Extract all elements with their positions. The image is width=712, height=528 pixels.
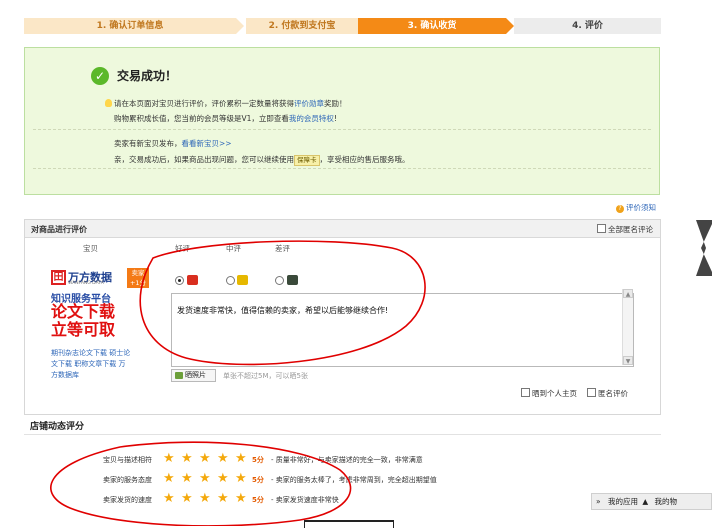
app-toolbar: » 我的应用 ▲ 我的物	[591, 493, 712, 510]
star-icon[interactable]: ★	[199, 472, 211, 486]
bottom-tab	[304, 520, 394, 528]
star-icon[interactable]: ★	[199, 492, 211, 506]
score-label: 卖家发货的速度	[103, 496, 152, 504]
ad-headline-1: 论文下载	[51, 302, 116, 321]
score-description: - 卖家的服务太棒了，考虑非常周到，完全超出期望值	[271, 476, 437, 484]
side-arrow-icon[interactable]	[696, 220, 712, 276]
score-label: 卖家的服务态度	[103, 476, 152, 484]
scroll-up-icon[interactable]: ▲	[623, 289, 633, 298]
star-icon[interactable]: ★	[217, 492, 229, 506]
scroll-down-icon[interactable]: ▼	[623, 356, 633, 365]
rating-bad-radio[interactable]	[275, 276, 284, 285]
score-value: 5分	[252, 456, 264, 464]
guarantee-card-badge[interactable]: 保障卡	[294, 154, 320, 166]
success-title: 交易成功！	[117, 69, 178, 83]
shop-score-row: 宝贝与描述相符 ★ ★ ★ ★ ★ 5分 - 质量非常好，与卖家描述的完全一致，非常满意	[0, 452, 712, 466]
step-divider	[236, 18, 244, 34]
star-icon[interactable]: ★	[235, 452, 247, 466]
column-neutral: 中评	[226, 244, 241, 253]
my-apps-button[interactable]: 我的应用	[608, 494, 638, 509]
column-item: 宝贝	[83, 244, 98, 253]
column-good: 好评	[175, 244, 190, 253]
shop-rating-title: 店铺动态评分	[30, 422, 85, 432]
my-logistics-button[interactable]: 我的物	[655, 494, 678, 509]
panel-header: 对商品进行评价 全部匿名评论	[25, 220, 660, 238]
check-icon: ✓	[91, 67, 109, 85]
new-items-link[interactable]: 看看新宝贝>>	[182, 139, 232, 148]
ad-links[interactable]: 期刊杂志论文下载 硕士论文下载 职称文章下载 万方数据库	[51, 348, 131, 381]
star-icon[interactable]: ★	[235, 492, 247, 506]
checkbox-icon	[597, 224, 606, 233]
checkbox-icon	[521, 388, 530, 397]
question-icon: ?	[616, 205, 624, 213]
upload-photo-button[interactable]: 晒照片	[171, 369, 216, 382]
rating-tips-link[interactable]: ? 评价须知	[616, 202, 656, 213]
star-icon[interactable]: ★	[217, 452, 229, 466]
divider	[33, 129, 651, 130]
comment-textarea[interactable]: 发货速度非常快，值得信赖的卖家，希望以后能够继续合作!	[171, 293, 634, 367]
divider	[33, 168, 651, 169]
star-icon[interactable]: ★	[163, 472, 175, 486]
anonymous-review-checkbox[interactable]: 匿名评价	[587, 388, 628, 399]
step-confirm-receipt: 3. 确认收货	[358, 18, 506, 34]
star-icon[interactable]: ★	[163, 452, 175, 466]
success-line-2: 购物累积成长值，您当前的会员等级是V1，立即查看我的会员特权!	[114, 114, 337, 123]
lightbulb-icon	[105, 99, 112, 107]
neutral-rating-icon	[237, 275, 248, 285]
success-line-1: 请在本页面对宝贝进行评价，评价累积一定数量将获得评价勋章奖励！	[105, 98, 347, 109]
divider	[24, 434, 661, 435]
score-description: - 质量非常好，与卖家描述的完全一致，非常满意	[271, 456, 423, 464]
rating-neutral-radio[interactable]	[226, 276, 235, 285]
star-icon[interactable]: ★	[199, 452, 211, 466]
bad-rating-icon	[287, 275, 298, 285]
item-thumbnail-ad[interactable]: 田 万方数据 WANFANG DATA 卖家 +1分 知识服务平台 论文下载 立等…	[51, 268, 153, 386]
item-rating-panel: 对商品进行评价 全部匿名评论 宝贝 好评 中评 差评 田 万方数据 WANFAN…	[24, 219, 661, 415]
score-value: 5分	[252, 476, 264, 484]
ad-headline-2: 立等可取	[51, 320, 116, 339]
panel-title: 对商品进行评价	[31, 225, 87, 234]
anonymous-all-checkbox[interactable]: 全部匿名评论	[597, 224, 653, 235]
share-to-home-checkbox[interactable]: 晒到个人主页	[521, 388, 577, 399]
progress-steps: 1. 确认订单信息 2. 付款到支付宝 3. 确认收货 4. 评价	[24, 18, 661, 34]
star-icon[interactable]: ★	[181, 492, 193, 506]
success-line-3: 卖家有新宝贝发布，看看新宝贝>>	[114, 139, 232, 148]
medal-link[interactable]: 评价勋章	[294, 99, 324, 108]
member-privileges-link[interactable]: 我的会员特权	[289, 114, 334, 123]
column-bad: 差评	[275, 244, 290, 253]
star-icon[interactable]: ★	[217, 472, 229, 486]
collapse-icon[interactable]: »	[596, 494, 601, 509]
step-review: 4. 评价	[514, 18, 661, 34]
rating-good-radio[interactable]	[175, 276, 184, 285]
star-icon[interactable]: ★	[163, 492, 175, 506]
step-pay: 2. 付款到支付宝	[246, 18, 358, 34]
step-divider	[506, 18, 514, 34]
good-rating-icon	[187, 275, 198, 285]
score-description: - 卖家发货速度非常快	[271, 496, 339, 504]
score-value: 5分	[252, 496, 264, 504]
success-panel: ✓ 交易成功！ 请在本页面对宝贝进行评价，评价累积一定数量将获得评价勋章奖励！ …	[24, 47, 660, 195]
wanfang-logo: 田 万方数据 WANFANG DATA	[51, 270, 127, 288]
star-icon[interactable]: ★	[181, 452, 193, 466]
caret-up-icon: ▲	[642, 497, 649, 506]
shop-score-row: 卖家的服务态度 ★ ★ ★ ★ ★ 5分 - 卖家的服务太棒了，考虑非常周到，完全超出期望值	[0, 472, 712, 486]
checkbox-icon	[587, 388, 596, 397]
star-icon[interactable]: ★	[235, 472, 247, 486]
step-confirm-order: 1. 确认订单信息	[24, 18, 236, 34]
image-icon	[175, 372, 183, 379]
upload-hint: 单张不超过5M，可以晒5张	[223, 372, 308, 380]
star-icon[interactable]: ★	[181, 472, 193, 486]
score-label: 宝贝与描述相符	[103, 456, 152, 464]
textarea-scrollbar[interactable]: ▲ ▼	[622, 289, 633, 365]
success-line-4: 亲，交易成功后，如果商品出现问题，您可以继续使用 保障卡 ，享受相应的售后服务哦。	[114, 154, 410, 166]
seller-bonus-badge: 卖家 +1分	[127, 268, 149, 288]
